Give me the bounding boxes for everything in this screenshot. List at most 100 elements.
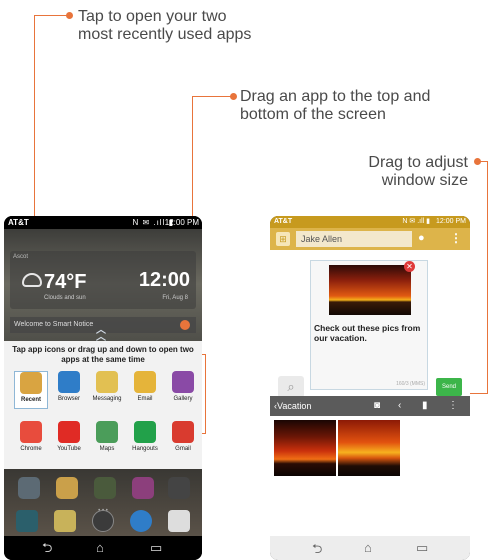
gallery-thumbnail[interactable] — [274, 420, 336, 476]
home-shortcut-icon[interactable] — [94, 477, 116, 499]
notice-alert-icon — [180, 320, 190, 330]
home-wallpaper: Ascot 74°F Clouds and sun 12:00 Fri, Aug… — [4, 229, 202, 536]
app-label: YouTube — [57, 446, 81, 452]
callout-adjust-line2: window size — [381, 172, 468, 189]
camera-icon[interactable]: ◙ — [374, 396, 380, 416]
gallery-thumbnail[interactable] — [338, 420, 400, 476]
contact-icon[interactable]: ● — [418, 232, 425, 244]
app-recent[interactable]: Recent — [14, 371, 48, 409]
gmail-icon — [172, 421, 194, 443]
app-email[interactable]: Email — [128, 371, 162, 409]
message-counter: 160/3 (MMS) — [396, 381, 425, 387]
message-body: Check out these pics from our vacation. — [314, 323, 421, 343]
app-label: Gmail — [175, 446, 191, 452]
status-time: 12:00 PM — [436, 218, 466, 225]
messaging-icon — [96, 371, 118, 393]
recipient-field[interactable]: Jake Allen — [296, 231, 412, 247]
messaging-dock-icon[interactable] — [54, 510, 76, 532]
messaging-header: ⊞ Jake Allen ● ⋮ — [270, 228, 470, 250]
delete-icon[interactable]: ▮ — [422, 396, 428, 416]
maps-icon — [96, 421, 118, 443]
app-label: Chrome — [20, 446, 42, 452]
callout-recent-apps-line1: Tap to open your two — [78, 8, 227, 25]
app-messaging[interactable]: Messaging — [90, 371, 124, 409]
status-time: 12:00 PM — [164, 218, 199, 227]
callout-drag-app-line1: Drag an app to the top and — [240, 88, 431, 105]
share-icon[interactable]: ‹ — [398, 396, 401, 416]
cloud-icon — [22, 273, 42, 287]
app-gmail[interactable]: Gmail — [166, 421, 200, 459]
browser-dock-icon[interactable] — [130, 510, 152, 532]
callout-adjust-line1: Drag to adjust — [368, 154, 468, 171]
callout-drag-app: Drag an app to the top and bottom of the… — [240, 88, 430, 124]
callout-recent-apps: Tap to open your two most recently used … — [78, 8, 251, 44]
carrier-label: AT&T — [8, 218, 29, 227]
app-label: Browser — [57, 396, 80, 402]
home-shortcut-icon[interactable] — [132, 477, 154, 499]
home-shortcut-icon[interactable] — [168, 477, 190, 499]
remove-attachment-icon[interactable]: ✕ — [404, 261, 415, 272]
app-label: Messaging — [92, 396, 122, 402]
app-label: Email — [137, 396, 153, 402]
dual-window-grid-icon[interactable]: ⊞ — [276, 232, 290, 246]
weather-condition: Clouds and sun — [44, 295, 86, 301]
compose-area[interactable]: ✕ Check out these pics from our vacation… — [310, 260, 428, 390]
callout-adjust: Drag to adjust window size — [344, 154, 468, 190]
app-label: Hangouts — [132, 446, 158, 452]
camera-icon[interactable] — [168, 510, 190, 532]
app-browser[interactable]: Browser — [52, 371, 86, 409]
carrier-label: AT&T — [274, 218, 293, 225]
back-icon[interactable]: ⮌ — [42, 541, 52, 555]
recent-apps-icon[interactable]: ▭ — [150, 541, 162, 555]
attached-photo[interactable]: ✕ — [329, 261, 415, 315]
weather-temp: 74°F — [44, 271, 87, 293]
more-options-icon[interactable]: ⋮ — [448, 396, 458, 416]
app-label: Maps — [99, 446, 115, 452]
app-hangouts[interactable]: Hangouts — [128, 421, 162, 459]
phone-icon[interactable] — [16, 510, 38, 532]
clock-time: 12:00 — [138, 269, 190, 291]
app-chrome[interactable]: Chrome — [14, 421, 48, 459]
messaging-window: ⊞ Jake Allen ● ⋮ ✕ Check out these pics … — [270, 228, 470, 408]
chrome-icon — [20, 421, 42, 443]
callout-adjust-leader-v — [487, 161, 488, 394]
nav-bar: ⮌ ⌂ ▭ — [270, 536, 470, 560]
callout-drag-app-leader-h — [192, 96, 232, 97]
back-icon[interactable]: ⮌ — [312, 540, 322, 560]
status-bar: AT&T N ✉ .ıll ▮ 12:00 PM — [270, 216, 470, 228]
browser-icon — [58, 371, 80, 393]
app-label: Recent — [20, 397, 41, 403]
youtube-icon — [58, 421, 80, 443]
weather-widget[interactable]: Ascot 74°F Clouds and sun 12:00 Fri, Aug… — [10, 251, 196, 309]
email-icon — [134, 371, 156, 393]
home-icon[interactable]: ⌂ — [96, 541, 104, 555]
gallery-toolbar: ‹Vacation ◙ ‹ ▮ ⋮ — [270, 396, 470, 416]
recent-icon — [20, 372, 42, 394]
gallery-window: ‹Vacation ◙ ‹ ▮ ⋮ — [270, 396, 470, 536]
app-gallery[interactable]: Gallery — [166, 371, 200, 409]
dual-window-panel: Tap app icons or drag up and down to ope… — [4, 341, 202, 469]
clock-date: Fri, Aug 8 — [162, 295, 188, 301]
app-label: Gallery — [173, 396, 193, 402]
home-icon[interactable]: ⌂ — [364, 540, 372, 555]
home-shortcut-icon[interactable] — [18, 477, 40, 499]
send-button[interactable]: Send — [436, 378, 462, 396]
weather-location: Ascot — [13, 254, 29, 260]
app-youtube[interactable]: YouTube — [52, 421, 86, 459]
paperclip-icon[interactable]: ⌕ — [278, 376, 304, 398]
gallery-title[interactable]: ‹Vacation — [274, 396, 311, 416]
callout-drag-app-line2: bottom of the screen — [240, 106, 386, 123]
home-shortcut-icon[interactable] — [56, 477, 78, 499]
status-icons: N ✉ .ıll ▮ — [402, 218, 430, 225]
app-maps[interactable]: Maps — [90, 421, 124, 459]
apps-drawer-icon[interactable] — [92, 510, 114, 532]
callout-recent-apps-line2: most recently used apps — [78, 26, 252, 43]
gallery-icon — [172, 371, 194, 393]
recent-apps-icon[interactable]: ▭ — [416, 540, 428, 556]
hangouts-icon — [134, 421, 156, 443]
dock — [4, 508, 202, 536]
phone-right: AT&T N ✉ .ıll ▮ 12:00 PM ⊞ Jake Allen ● … — [270, 216, 470, 560]
status-bar: AT&T N ✉ .ıll ▮ 12:00 PM — [4, 216, 202, 229]
callout-recent-apps-leader-h — [34, 15, 68, 16]
more-options-icon[interactable]: ⋮ — [450, 231, 462, 245]
